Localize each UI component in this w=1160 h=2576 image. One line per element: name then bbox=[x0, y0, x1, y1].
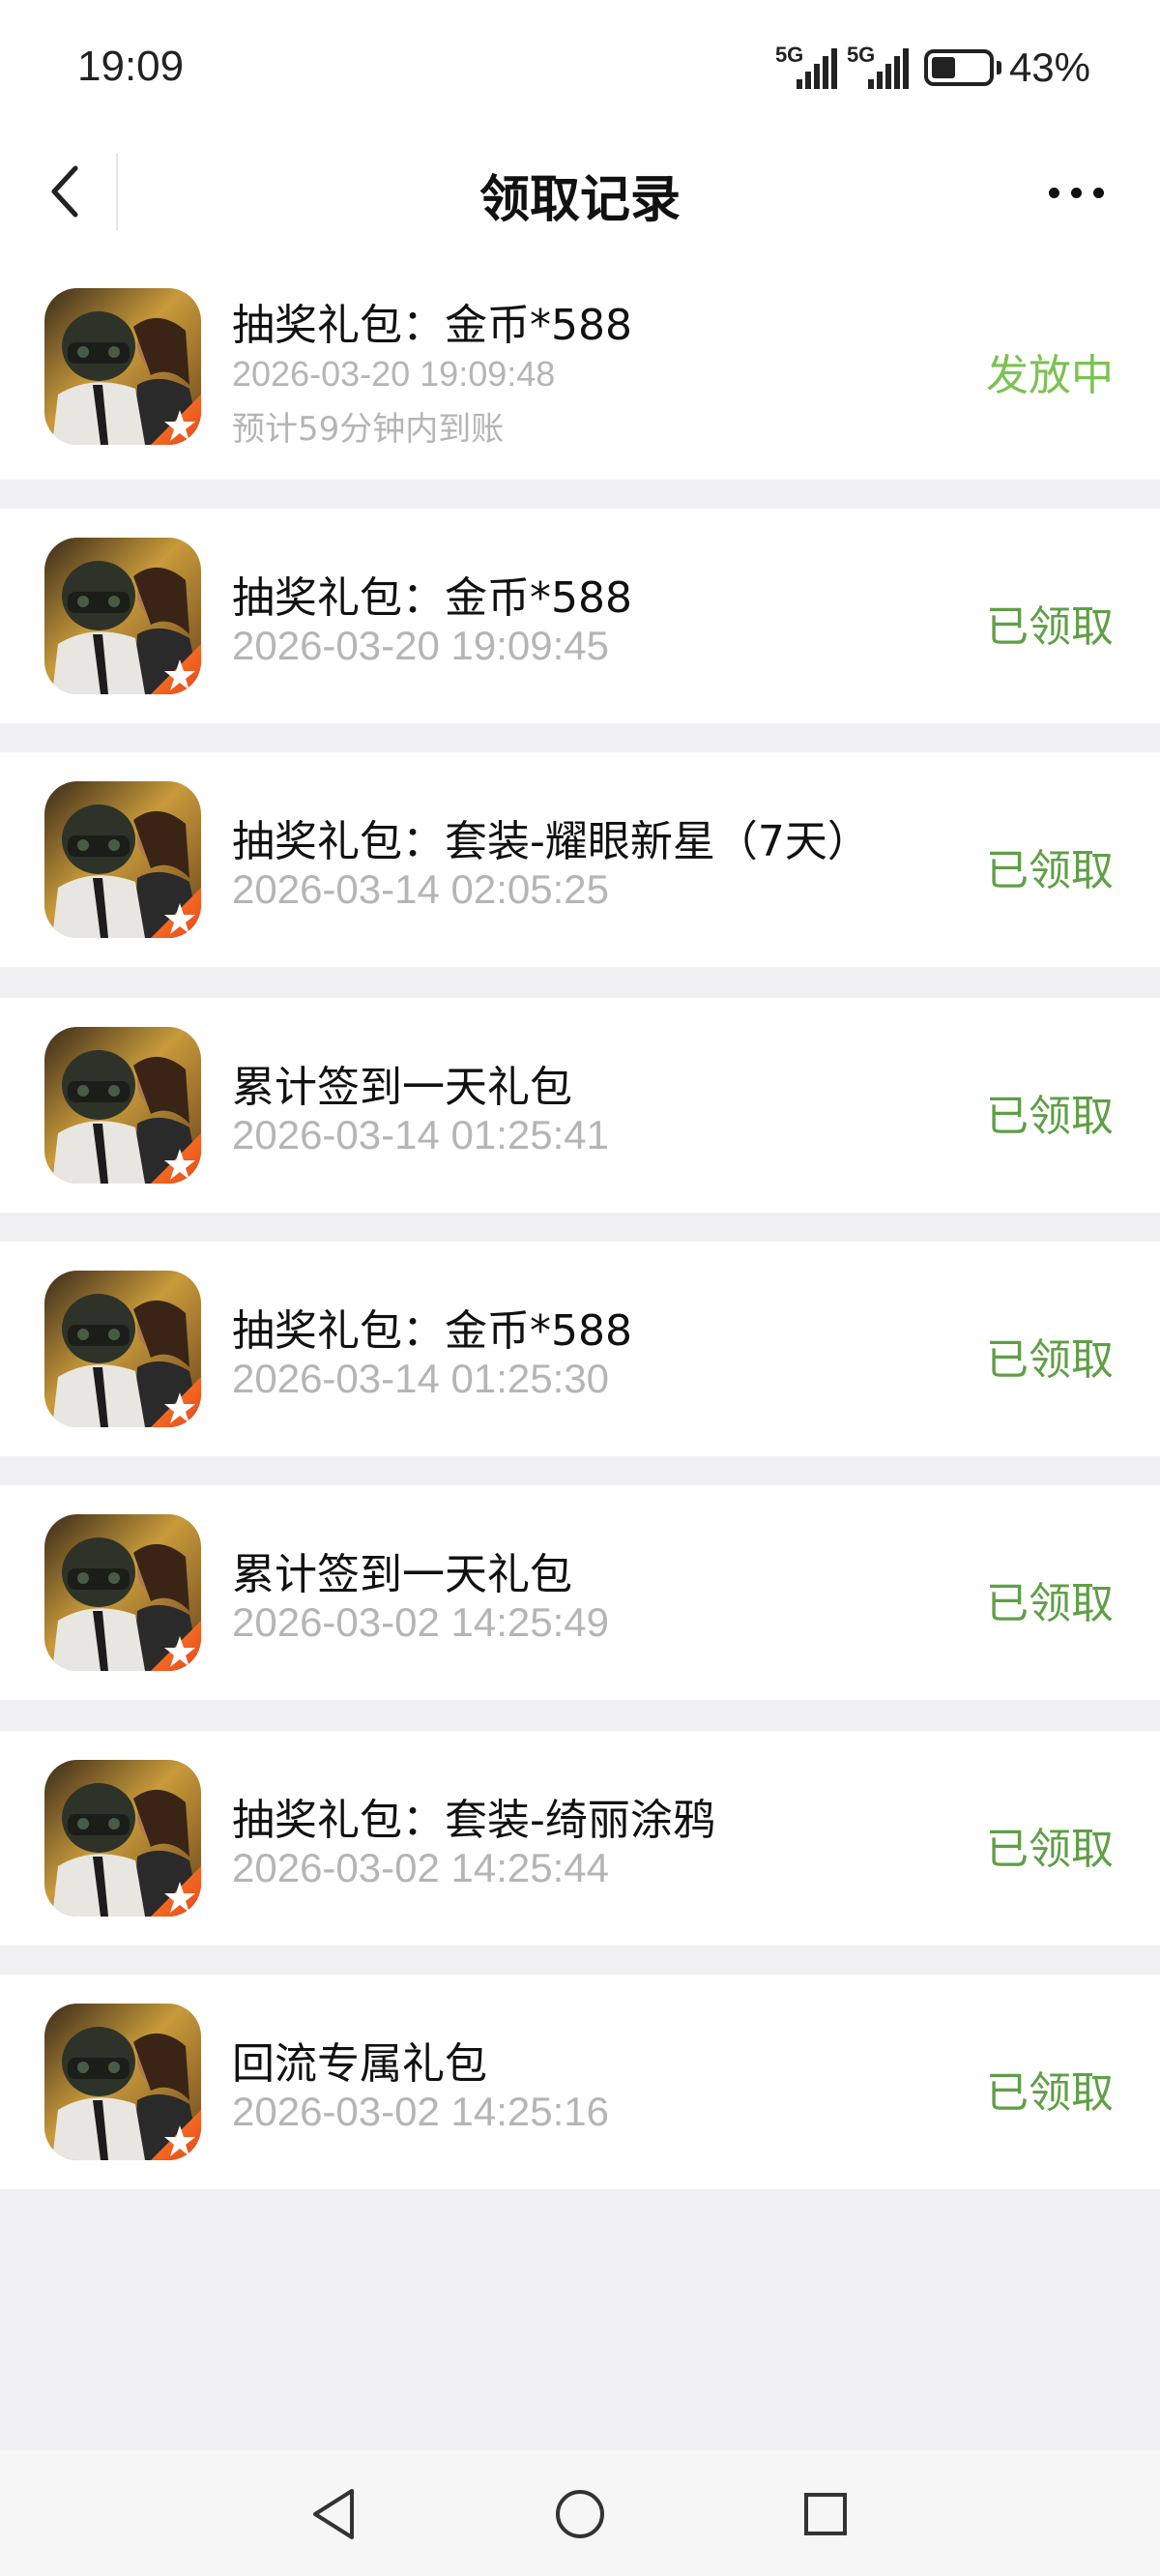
more-dots-icon bbox=[1048, 187, 1104, 198]
triangle-back-icon bbox=[313, 2489, 354, 2539]
system-back-button[interactable] bbox=[296, 2475, 373, 2553]
list-item[interactable]: 抽奖礼包：金币*588 2026-03-20 19:09:48 预计59分钟内到… bbox=[0, 248, 1160, 480]
list-item[interactable]: 抽奖礼包：金币*588 2026-03-14 01:25:30 已领取 bbox=[0, 1242, 1160, 1456]
record-title: 回流专属礼包 bbox=[232, 2039, 487, 2089]
status-indicators: 5G 5G 43% bbox=[775, 41, 1090, 95]
game-thumbnail bbox=[44, 781, 201, 938]
record-time: 2026-03-02 14:25:44 bbox=[232, 1845, 609, 1890]
signal-icon: 5G bbox=[775, 43, 837, 93]
record-title: 抽奖礼包：套装-绮丽涂鸦 bbox=[232, 1796, 715, 1845]
signal-icon: 5G bbox=[847, 43, 909, 93]
system-recents-button[interactable] bbox=[787, 2475, 864, 2553]
record-title: 抽奖礼包：金币*588 bbox=[232, 573, 632, 623]
status-claimed: 已领取 bbox=[986, 846, 1114, 895]
system-navigation-bar bbox=[0, 2450, 1160, 2576]
list-item[interactable]: 累计签到一天礼包 2026-03-02 14:25:49 已领取 bbox=[0, 1485, 1160, 1700]
list-item[interactable]: 累计签到一天礼包 2026-03-14 01:25:41 已领取 bbox=[0, 998, 1160, 1213]
list-item[interactable]: 抽奖礼包：套装-耀眼新星（7天） 2026-03-14 02:05:25 已领取 bbox=[0, 752, 1160, 967]
record-time: 2026-03-14 01:25:30 bbox=[232, 1356, 609, 1401]
status-claimed: 已领取 bbox=[986, 1825, 1114, 1874]
record-time: 2026-03-20 19:09:45 bbox=[232, 623, 609, 668]
record-note: 预计59分钟内到账 bbox=[232, 410, 505, 449]
status-pending: 发放中 bbox=[986, 351, 1114, 400]
game-thumbnail bbox=[44, 1760, 201, 1917]
record-time: 2026-03-02 14:25:49 bbox=[232, 1599, 609, 1645]
circle-home-icon bbox=[556, 2490, 604, 2538]
record-time: 2026-03-20 19:09:48 bbox=[232, 354, 556, 394]
status-bar: 19:09 5G 5G 43% bbox=[0, 0, 1160, 135]
game-thumbnail bbox=[44, 1027, 201, 1184]
system-home-button[interactable] bbox=[541, 2475, 619, 2553]
list-item[interactable]: 回流专属礼包 2026-03-02 14:25:16 已领取 bbox=[0, 1975, 1160, 2189]
page-title: 领取记录 bbox=[478, 171, 681, 229]
status-time: 19:09 bbox=[77, 43, 185, 90]
square-recents-icon bbox=[804, 2493, 847, 2535]
status-claimed: 已领取 bbox=[986, 602, 1114, 652]
nav-bar: 领取记录 bbox=[0, 135, 1160, 248]
record-title: 累计签到一天礼包 bbox=[232, 1063, 572, 1112]
status-claimed: 已领取 bbox=[986, 1335, 1114, 1385]
game-thumbnail bbox=[44, 288, 201, 445]
record-time: 2026-03-14 01:25:41 bbox=[232, 1112, 609, 1157]
game-thumbnail bbox=[44, 2004, 201, 2160]
list-item[interactable]: 抽奖礼包：金币*588 2026-03-20 19:09:45 已领取 bbox=[0, 509, 1160, 723]
battery-icon bbox=[923, 49, 1001, 86]
record-title: 抽奖礼包：金币*588 bbox=[232, 1306, 632, 1356]
record-time: 2026-03-14 02:05:25 bbox=[232, 866, 609, 912]
record-title: 抽奖礼包：套装-耀眼新星（7天） bbox=[232, 817, 870, 866]
more-button[interactable] bbox=[1023, 159, 1129, 226]
status-claimed: 已领取 bbox=[986, 1579, 1114, 1628]
game-thumbnail bbox=[44, 1514, 201, 1671]
game-thumbnail bbox=[44, 1271, 201, 1427]
status-claimed: 已领取 bbox=[986, 1092, 1114, 1141]
status-claimed: 已领取 bbox=[986, 2068, 1114, 2118]
record-title: 抽奖礼包：金币*588 bbox=[232, 301, 632, 350]
record-time: 2026-03-02 14:25:16 bbox=[232, 2089, 609, 2134]
list-item[interactable]: 抽奖礼包：套装-绮丽涂鸦 2026-03-02 14:25:44 已领取 bbox=[0, 1731, 1160, 1946]
game-thumbnail bbox=[44, 538, 201, 694]
record-title: 累计签到一天礼包 bbox=[232, 1550, 572, 1599]
battery-percent: 43% bbox=[1008, 44, 1090, 90]
